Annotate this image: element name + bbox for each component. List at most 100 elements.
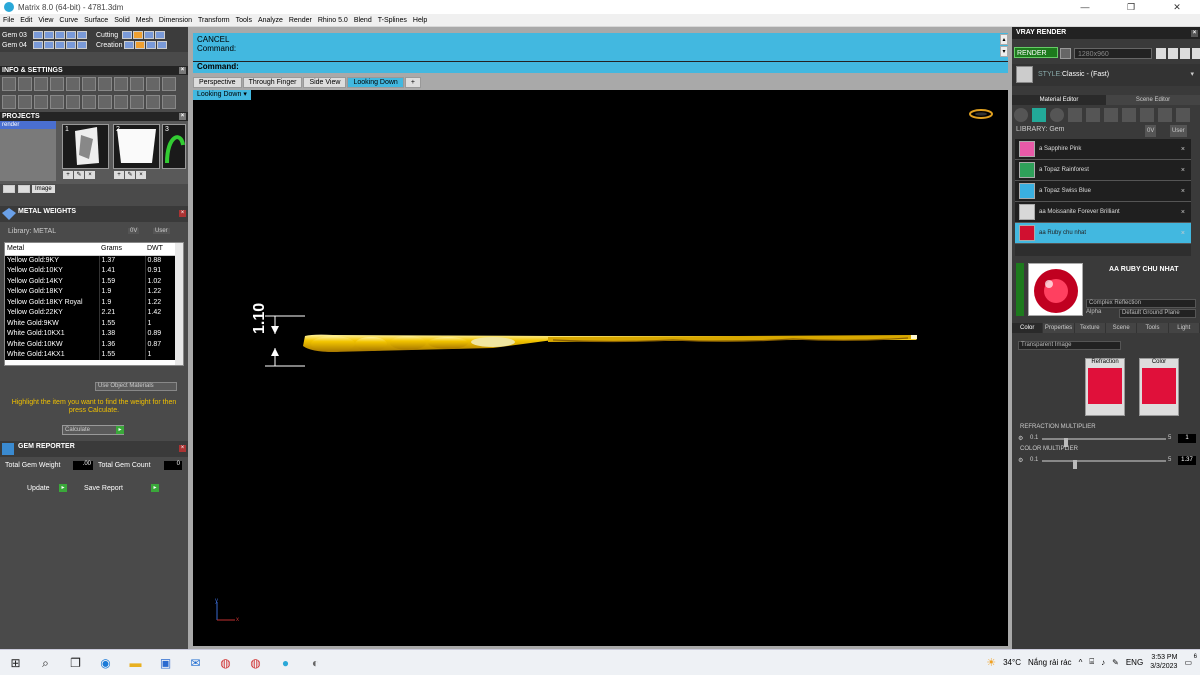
render-icon[interactable] [66,95,80,109]
close-icon[interactable]: × [179,113,186,120]
project-item-render[interactable]: render [0,121,56,129]
table-row[interactable]: Yellow Gold:18KY Royal 1.9 1.22 [5,297,177,308]
edge-icon[interactable]: ◉ [96,654,115,673]
cutting-btn-c[interactable] [144,31,155,39]
chrome-icon[interactable]: ◍ [216,654,235,673]
tab-color[interactable]: Color [1012,323,1044,333]
gem03-btn-c[interactable] [54,31,65,39]
use-object-materials[interactable]: Use Object Materials [95,382,177,391]
grid-material-icon[interactable] [1122,108,1136,122]
refraction-multiplier-slider[interactable]: ⚙ 0.1 5 1 [1018,434,1196,447]
menu-rhino[interactable]: Rhino 5.0 [315,17,351,24]
maximize-button[interactable]: ❐ [1108,0,1154,14]
creation-btn-c[interactable] [146,41,157,49]
tab-scene-editor[interactable]: Scene Editor [1106,95,1200,105]
search-icon[interactable]: ⌕ [36,654,55,673]
color-multiplier-slider[interactable]: ⚙ 0.1 5 1.37 [1018,456,1196,469]
menu-blend[interactable]: Blend [351,17,375,24]
flat-material-icon[interactable] [1068,108,1082,122]
table-row[interactable]: White Gold:9KW 1.55 1 [5,318,177,329]
gem-material-icon[interactable] [1032,108,1046,122]
menu-analyze[interactable]: Analyze [255,17,286,24]
collapse-handle[interactable] [1016,263,1024,316]
expand-icon[interactable] [1192,48,1200,59]
chevron-up-icon[interactable]: ^ [1079,658,1083,667]
weather-icon[interactable]: ☀ [986,656,996,669]
tab-looking-down[interactable]: Looking Down [347,77,404,88]
ground-plane-select[interactable]: Default Ground Plane [1119,309,1196,318]
menu-solid[interactable]: Solid [111,17,133,24]
pattern-icon[interactable] [1086,108,1100,122]
windows-start-icon[interactable]: ⊞ [6,654,25,673]
menu-dimension[interactable]: Dimension [156,17,195,24]
export-icon[interactable] [162,95,176,109]
gem03-btn-e[interactable] [76,31,87,39]
menu-curve[interactable]: Curve [56,17,81,24]
volume-icon[interactable]: ♪ [1101,658,1105,667]
slider-value[interactable]: 1.37 [1178,456,1196,465]
dimension-annotation[interactable] [265,315,305,367]
rhino-icon[interactable]: ◐ [306,654,325,673]
network-icon[interactable]: ⌸ [1089,657,1094,667]
table-row[interactable]: Yellow Gold:9KY 1.37 0.88 [5,255,177,266]
scissors-icon[interactable] [98,95,112,109]
chrome-alt-icon[interactable]: ◍ [246,654,265,673]
file-explorer-icon[interactable]: ▬ [126,654,145,673]
layout-icon[interactable] [146,95,160,109]
project-thumb-1[interactable]: 1 + ✎ × [62,124,109,179]
menu-tsplines[interactable]: T-Splines [375,17,410,24]
tab-texture[interactable]: Texture [1074,323,1106,333]
pen-icon[interactable]: ✎ [1112,658,1119,667]
update-button[interactable]: Update [27,485,50,492]
mail-icon[interactable]: ✉ [186,654,205,673]
gem04-btn-b[interactable] [43,41,54,49]
sphere-material-icon[interactable] [1050,108,1064,122]
grid-icon[interactable] [130,77,144,91]
filter-0v[interactable]: 0V [128,228,140,234]
checker-icon[interactable] [1104,108,1118,122]
sphere-icon[interactable] [66,77,80,91]
tab-material-editor[interactable]: Material Editor [1012,95,1106,105]
table-row[interactable]: Yellow Gold:14KY 1.59 1.02 [5,276,177,287]
update-go-icon[interactable]: ▸ [59,484,67,492]
menu-file[interactable]: File [0,17,17,24]
menu-view[interactable]: View [35,17,56,24]
slider-knob[interactable] [1073,460,1077,469]
matrix-app-icon[interactable]: ● [276,654,295,673]
table-icon[interactable] [146,77,160,91]
add-project-icon[interactable] [3,185,15,193]
gem03-btn-a[interactable] [32,31,43,39]
gem03-btn-b[interactable] [43,31,54,39]
complex-reflection-select[interactable]: Complex Reflection [1086,299,1196,308]
style-row[interactable]: STYLE: Classic - (Fast) ▾ [1012,64,1200,86]
settings-gear-icon[interactable] [2,77,16,91]
color-swatch-box[interactable]: Color [1139,358,1179,416]
gem04-btn-c[interactable] [54,41,65,49]
cylinder-icon[interactable] [50,95,64,109]
viewport[interactable]: Looking Down ▾ 1.10 y x [193,90,1008,646]
filter-0v[interactable]: 0V [1145,125,1157,137]
gem04-btn-a[interactable] [32,41,43,49]
table-row[interactable]: White Gold:10KX1 1.38 0.89 [5,328,177,339]
slider-value[interactable]: 1 [1178,434,1196,443]
list-item[interactable]: a Topaz Swiss Blue × [1015,181,1191,202]
remove-icon[interactable]: × [1181,209,1185,216]
store-icon[interactable]: ▣ [156,654,175,673]
pencil-icon[interactable] [98,77,112,91]
menu-render[interactable]: Render [286,17,315,24]
menu-mesh[interactable]: Mesh [133,17,156,24]
cutting-btn-b[interactable] [133,31,144,39]
render-button[interactable]: RENDER [1014,47,1058,58]
transparent-image-select[interactable]: Transparent Image [1018,341,1121,350]
remove-icon[interactable]: × [1181,146,1185,153]
slider-track[interactable] [1042,438,1166,447]
tab-through-finger[interactable]: Through Finger [242,77,303,88]
language-indicator[interactable]: ENG [1126,658,1143,667]
tab-perspective[interactable]: Perspective [193,77,242,88]
close-icon[interactable]: × [179,445,186,452]
project-thumb-2[interactable]: 2 + ✎ × [113,124,160,179]
tab-properties[interactable]: Properties [1043,323,1075,333]
thumb-delete-icon[interactable]: × [85,171,95,179]
gem04-btn-d[interactable] [65,41,76,49]
save-report-button[interactable]: Save Report [84,485,123,492]
